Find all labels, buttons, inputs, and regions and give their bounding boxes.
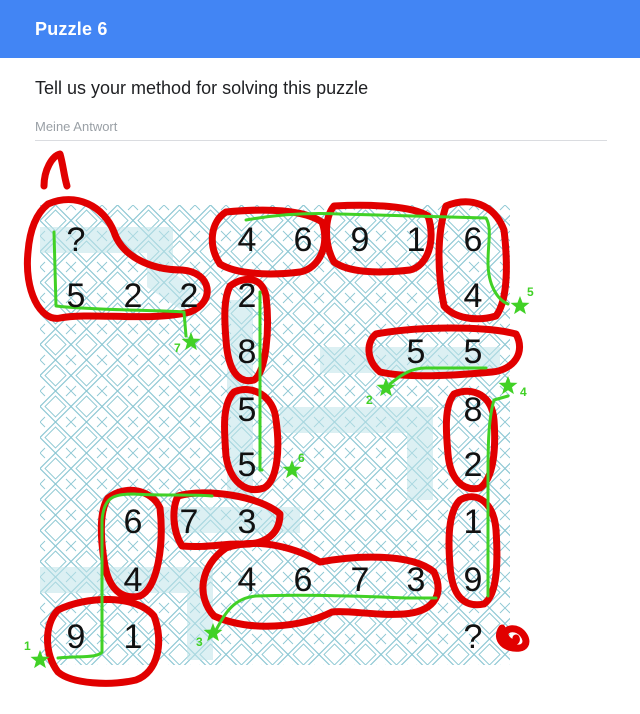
puzzle-cell-r3c7: 5 (407, 333, 426, 371)
star-label: 3 (196, 635, 203, 649)
puzzle-cell-r6c4: 3 (238, 503, 257, 541)
puzzle-cell-r8c1: 9 (67, 618, 86, 656)
star-label: 6 (298, 451, 305, 465)
puzzle-cell-r8c8: ? (464, 618, 483, 656)
puzzle-cell-r5c8: 2 (464, 446, 483, 484)
form-header: Puzzle 6 (0, 0, 640, 58)
puzzle-cell-r2c4: 2 (238, 277, 257, 315)
puzzle-cell-r3c4: 8 (238, 333, 257, 371)
puzzle-cell-r2c2: 2 (124, 277, 143, 315)
puzzle-cell-r1c8: 6 (464, 221, 483, 259)
puzzle-cell-r7c8: 9 (464, 561, 483, 599)
puzzle-cell-r1c4: 4 (238, 221, 257, 259)
target-loop-mark (495, 624, 530, 652)
upward-arrow-mark (40, 150, 71, 190)
puzzle-cell-r6c2: 6 (124, 503, 143, 541)
puzzle-cell-r7c6: 7 (351, 561, 370, 599)
star-label: 2 (366, 393, 373, 407)
star-label: 5 (527, 285, 534, 299)
star-label: 4 (520, 385, 527, 399)
puzzle-cell-r2c1: 5 (67, 277, 86, 315)
puzzle-cell-r7c4: 4 (238, 561, 257, 599)
puzzle-image: ? 4 6 9 1 65 2 2 2 48 5 55 85 26 7 3 14 4 6 7 3 99 1? 1234567 (23, 150, 534, 687)
puzzle-cell-r7c5: 6 (294, 561, 313, 599)
puzzle-cell-r1c5: 6 (294, 221, 313, 259)
puzzle-cell-r3c8: 5 (464, 333, 483, 371)
star-5: 5 (510, 285, 534, 315)
puzzle-cell-r7c2: 4 (124, 561, 143, 599)
puzzle-cell-r2c3: 2 (180, 277, 199, 315)
puzzle-cell-r1c6: 9 (351, 221, 370, 259)
star-label: 7 (174, 341, 181, 355)
puzzle-cell-r8c2: 1 (124, 618, 143, 656)
star-label: 1 (24, 639, 31, 653)
question-label: Tell us your method for solving this puz… (35, 78, 369, 98)
puzzle-cell-r4c8: 8 (464, 391, 483, 429)
answer-input[interactable] (35, 112, 607, 141)
puzzle-cell-r5c4: 5 (238, 446, 257, 484)
puzzle-cell-r6c3: 7 (180, 503, 199, 541)
puzzle-cell-r4c4: 5 (238, 391, 257, 429)
puzzle-cell-r1c7: 1 (407, 221, 426, 259)
puzzle-cell-r6c8: 1 (464, 503, 483, 541)
form-title: Puzzle 6 (35, 18, 108, 39)
puzzle-cell-r2c8: 4 (464, 277, 483, 315)
puzzle-cell-r1c1: ? (67, 221, 86, 259)
puzzle-cell-r7c7: 3 (407, 561, 426, 599)
